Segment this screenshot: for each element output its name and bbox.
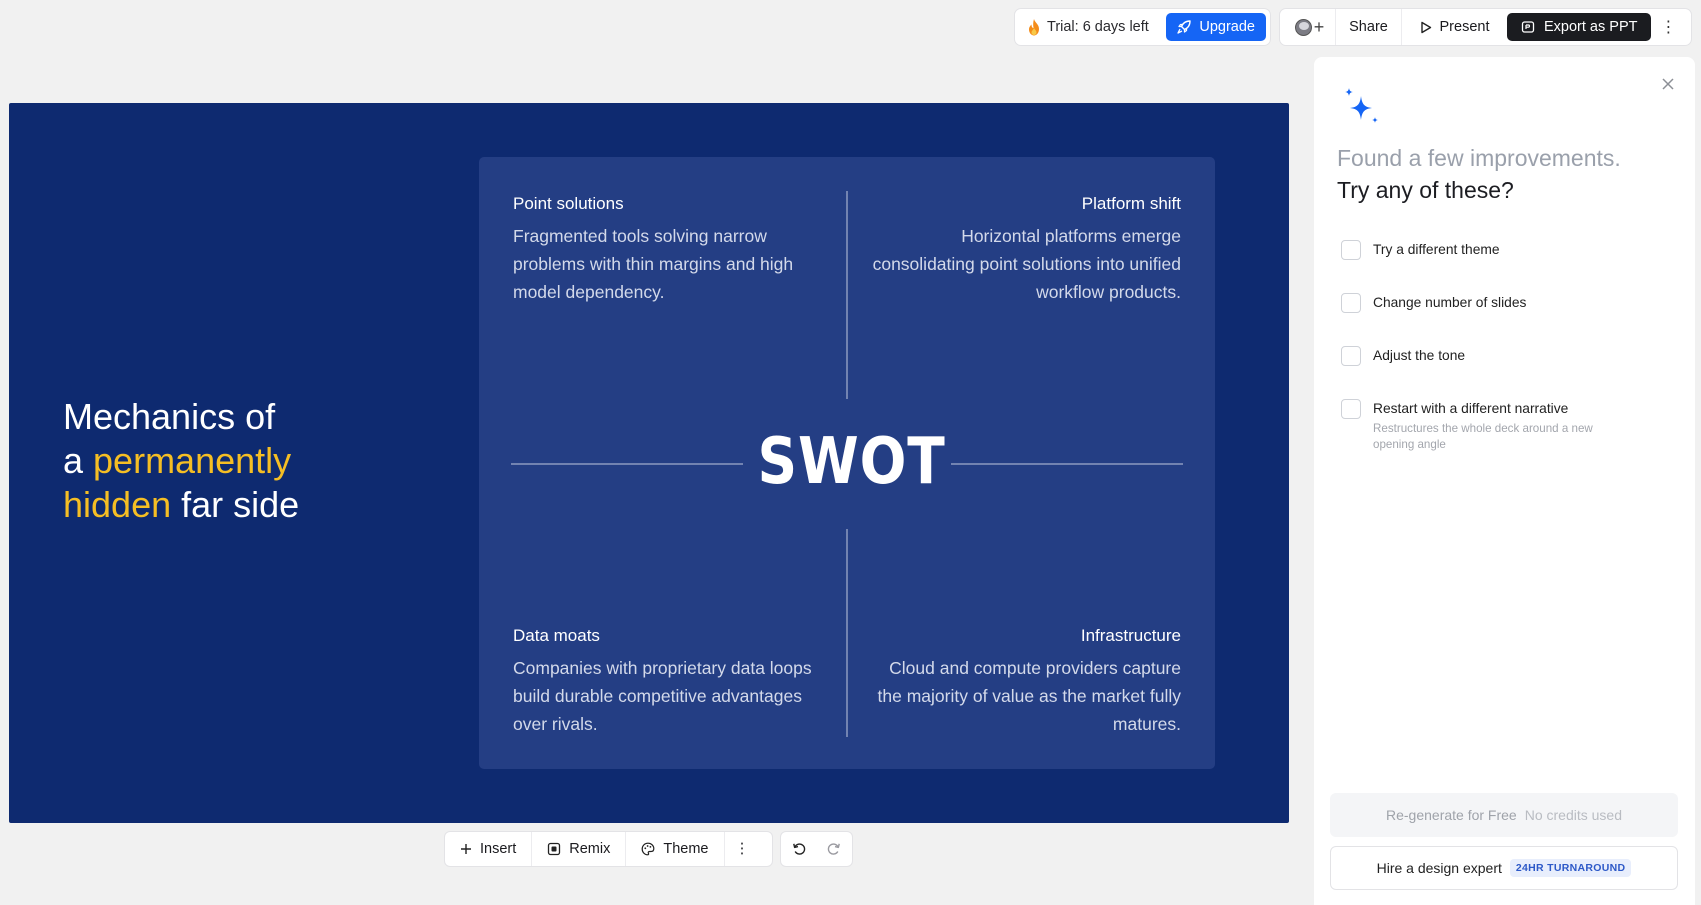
remix-icon [548,842,561,856]
quadrant-heading: Point solutions [513,194,624,213]
trial-group: Trial: 6 days left Upgrade [1014,8,1271,46]
option-restart-narrative[interactable]: Restart with a different narrative Restr… [1341,399,1623,453]
quadrant-data-moats[interactable]: Data moats Companies with proprietary da… [513,625,813,738]
quadrant-platform-shift[interactable]: Platform shift Horizontal platforms emer… [861,193,1181,306]
turnaround-badge: 24HR TURNAROUND [1509,859,1632,877]
undo-icon [792,843,805,855]
divider-vertical-top [846,191,848,399]
history-controls [780,831,853,867]
remix-button[interactable]: Remix [532,832,627,866]
panel-heading-line1: Found a few improvements. [1337,145,1621,171]
play-icon [1420,21,1431,33]
option-checkbox[interactable] [1341,293,1361,313]
toolbar-more-icon[interactable]: ⋮ [725,832,760,866]
quadrant-body: Companies with proprietary data loops bu… [513,658,812,734]
quadrant-body: Cloud and compute providers capture the … [877,658,1181,734]
regenerate-button[interactable]: Re-generate for Free No credits used [1330,793,1678,837]
regenerate-sublabel: No credits used [1524,807,1622,823]
redo-button[interactable] [817,832,853,866]
panel-heading-line2: Try any of these? [1337,177,1514,203]
option-different-theme[interactable]: Try a different theme [1341,240,1500,260]
quadrant-body: Fragmented tools solving narrow problems… [513,226,794,302]
plus-icon [461,844,471,854]
upgrade-label: Upgrade [1199,19,1255,35]
export-icon [1521,21,1535,33]
share-label: Share [1349,19,1388,35]
title-line3-end: far side [171,484,300,525]
trial-status: Trial: 6 days left [1027,18,1166,36]
close-icon[interactable] [1659,75,1677,93]
title-highlight-2: hidden [63,484,172,525]
option-adjust-tone[interactable]: Adjust the tone [1341,346,1465,366]
palette-icon [641,842,655,856]
divider-horizontal-left [511,463,743,465]
divider-vertical-bottom [846,529,848,737]
rocket-icon [1177,20,1192,34]
divider-horizontal-right [951,463,1183,465]
slide-canvas[interactable]: Mechanics of a permanently hidden far si… [9,103,1289,823]
option-label: Change number of slides [1373,295,1527,310]
title-line1: Mechanics of [63,396,276,437]
suggestions-panel: Found a few improvements. Try any of the… [1314,57,1695,905]
theme-button[interactable]: Theme [626,832,725,866]
share-button[interactable]: Share [1336,9,1402,45]
swot-panel[interactable]: Point solutions Fragmented tools solving… [479,157,1215,769]
option-checkbox[interactable] [1341,240,1361,260]
quadrant-heading: Platform shift [1081,194,1181,213]
title-highlight-1: permanently [93,440,292,481]
option-label: Restart with a different narrative [1373,401,1569,416]
insert-label: Insert [480,841,517,857]
export-label: Export as PPT [1544,19,1638,35]
theme-label: Theme [663,841,709,857]
sparkle-icon [1345,88,1378,123]
option-label: Adjust the tone [1373,348,1466,363]
trial-text: Trial: 6 days left [1047,19,1149,35]
redo-icon [828,843,841,855]
option-label: Try a different theme [1373,242,1500,257]
option-checkbox[interactable] [1341,399,1361,419]
option-change-slides[interactable]: Change number of slides [1341,293,1526,313]
present-label: Present [1439,19,1490,35]
add-collaborator-icon: + [1313,17,1325,37]
upgrade-button[interactable]: Upgrade [1166,13,1266,41]
regenerate-label: Re-generate for Free [1385,807,1517,823]
hire-expert-button[interactable]: Hire a design expert 24HR TURNAROUND [1330,846,1678,890]
present-button[interactable]: Present [1402,9,1507,45]
avatar [1294,18,1312,36]
remix-label: Remix [569,841,611,857]
quadrant-infrastructure[interactable]: Infrastructure Cloud and compute provide… [861,625,1181,738]
title-line2-start: a [63,440,94,481]
hire-label: Hire a design expert [1376,860,1502,876]
quadrant-heading: Infrastructure [1080,626,1181,645]
insert-button[interactable]: Insert [445,832,533,866]
deck-actions: + Share Present Export as PPT ⋮ [1279,8,1692,46]
more-options-icon[interactable]: ⋮ [1651,9,1685,45]
slide-title[interactable]: Mechanics of a permanently hidden far si… [63,395,403,527]
export-ppt-button[interactable]: Export as PPT [1507,13,1652,41]
quadrant-heading: Data moats [513,626,600,645]
option-description: Restructures the whole deck around a new… [1373,422,1593,451]
quadrant-point-solutions[interactable]: Point solutions Fragmented tools solving… [513,193,813,306]
undo-button[interactable] [781,832,817,866]
flame-icon [1029,18,1039,35]
quadrant-body: Horizontal platforms emerge consolidatin… [872,226,1181,302]
collaborators-button[interactable]: + [1284,9,1336,45]
slide-toolbar: Insert Remix Theme ⋮ [444,831,773,867]
swot-center-label: SWOT [757,425,946,499]
option-checkbox[interactable] [1341,346,1361,366]
